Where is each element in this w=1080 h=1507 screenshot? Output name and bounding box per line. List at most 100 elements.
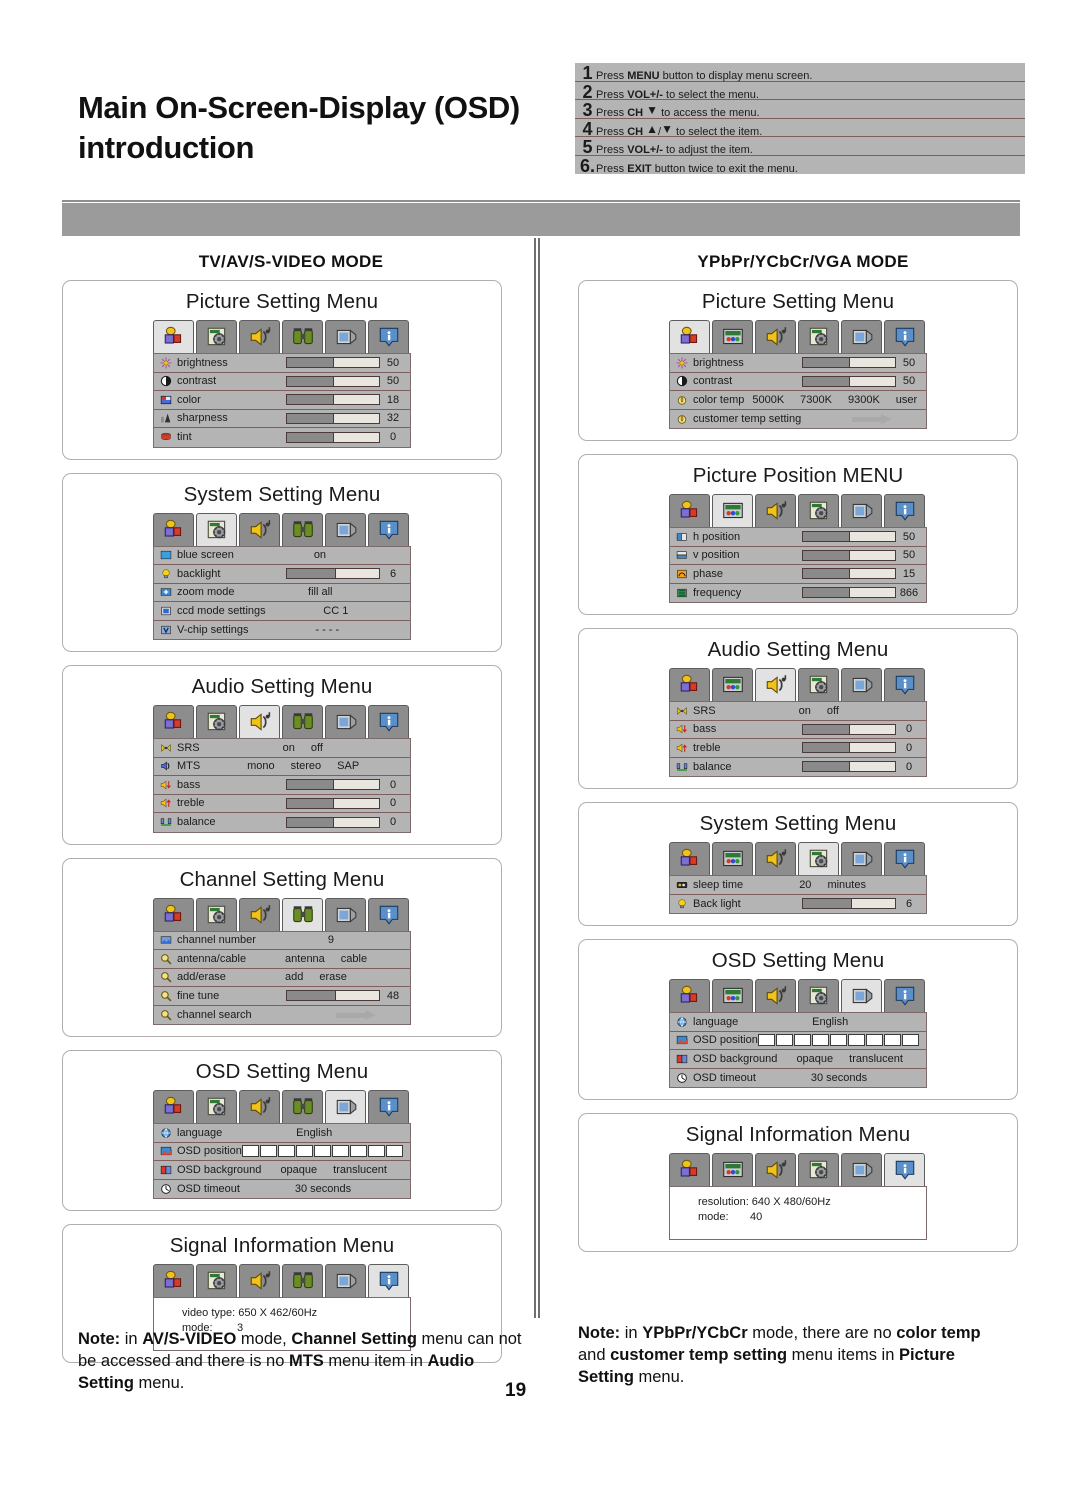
osd-tab-osd-monitor[interactable] xyxy=(325,512,366,546)
osd-position-chip[interactable] xyxy=(313,1145,331,1158)
osd-menu-row[interactable]: brightness 50 xyxy=(670,354,926,373)
osd-position-chip[interactable] xyxy=(349,1145,367,1158)
osd-row-option[interactable]: antenna xyxy=(285,953,325,965)
osd-row-option[interactable]: 30 seconds xyxy=(295,1183,351,1195)
osd-slider[interactable] xyxy=(802,587,896,599)
osd-tab-info[interactable] xyxy=(884,842,925,875)
osd-tab-picture-position[interactable] xyxy=(712,979,753,1012)
osd-slider[interactable] xyxy=(286,816,380,828)
osd-row-option[interactable]: translucent xyxy=(333,1164,387,1176)
osd-position-chip[interactable] xyxy=(277,1145,295,1158)
osd-row-option[interactable]: erase xyxy=(319,971,347,983)
osd-tab-info[interactable] xyxy=(884,320,925,353)
osd-position-chip[interactable] xyxy=(775,1034,793,1047)
osd-menu-row[interactable]: frequency 866 xyxy=(670,583,926,602)
osd-menu-row[interactable]: OSD position xyxy=(154,1142,410,1161)
osd-tab-osd-monitor[interactable] xyxy=(841,494,882,527)
osd-slider[interactable] xyxy=(286,568,380,580)
osd-menu-row[interactable]: OSD position xyxy=(670,1031,926,1050)
osd-tab-channel-binoculars[interactable] xyxy=(282,1264,323,1297)
osd-tab-audio-speaker[interactable] xyxy=(239,897,280,931)
osd-tab-picture-position[interactable] xyxy=(712,320,753,353)
osd-menu-row[interactable]: brightness 50 xyxy=(154,354,410,373)
osd-position-chip[interactable] xyxy=(883,1034,901,1047)
osd-tab-picture-blocks[interactable] xyxy=(153,705,194,738)
osd-menu-row[interactable]: Back light 6 xyxy=(670,894,926,913)
osd-tab-picture-position[interactable] xyxy=(712,494,753,527)
osd-menu-row[interactable]: channel number 9 xyxy=(154,931,410,950)
osd-row-option[interactable]: opaque xyxy=(796,1053,833,1065)
osd-menu-row[interactable]: SRS on off xyxy=(670,702,926,721)
osd-slider[interactable] xyxy=(286,990,380,1002)
osd-tab-picture-blocks[interactable] xyxy=(669,842,710,875)
osd-menu-row[interactable]: ccd mode settings CC 1 xyxy=(154,602,410,621)
osd-row-option[interactable]: off xyxy=(311,742,323,754)
osd-tab-osd-monitor[interactable] xyxy=(841,842,882,875)
osd-position-chip[interactable] xyxy=(865,1034,883,1047)
osd-tab-picture-blocks[interactable] xyxy=(153,1090,194,1123)
osd-slider[interactable] xyxy=(286,412,380,424)
osd-tab-osd-monitor[interactable] xyxy=(841,1153,882,1186)
osd-tab-picture-blocks[interactable] xyxy=(669,320,710,353)
osd-slider[interactable] xyxy=(286,797,380,809)
osd-slider[interactable] xyxy=(802,357,896,369)
osd-tab-system-gear[interactable] xyxy=(798,320,839,353)
osd-menu-row[interactable]: SRS on off xyxy=(154,739,410,758)
osd-row-option[interactable]: 5000K xyxy=(752,394,784,406)
osd-row-option[interactable]: English xyxy=(812,1016,848,1028)
osd-tab-system-gear[interactable] xyxy=(196,1090,237,1123)
osd-tab-audio-speaker[interactable] xyxy=(755,668,796,701)
osd-tab-system-gear[interactable] xyxy=(798,979,839,1012)
osd-tab-info[interactable] xyxy=(884,668,925,701)
osd-tab-osd-monitor[interactable] xyxy=(325,1090,366,1123)
osd-menu-row[interactable]: treble 0 xyxy=(154,794,410,813)
osd-position-chip[interactable] xyxy=(811,1034,829,1047)
osd-slider[interactable] xyxy=(802,898,896,910)
osd-position-chip[interactable] xyxy=(367,1145,385,1158)
osd-tab-system-gear[interactable] xyxy=(196,705,237,738)
osd-row-option[interactable]: stereo xyxy=(291,760,322,772)
osd-menu-row[interactable]: bass 0 xyxy=(154,776,410,795)
osd-tab-picture-position[interactable] xyxy=(712,668,753,701)
osd-row-option[interactable]: opaque xyxy=(280,1164,317,1176)
osd-tab-osd-monitor[interactable] xyxy=(325,1264,366,1297)
osd-row-option[interactable]: 9300K xyxy=(848,394,880,406)
osd-menu-row[interactable]: h position 50 xyxy=(670,528,926,547)
osd-row-option[interactable]: minutes xyxy=(827,879,866,891)
osd-tab-osd-monitor[interactable] xyxy=(841,668,882,701)
osd-tab-info[interactable] xyxy=(884,979,925,1012)
osd-tab-system-gear[interactable] xyxy=(798,842,839,875)
osd-menu-row[interactable]: antenna/cable antenna cable xyxy=(154,950,410,969)
osd-tab-osd-monitor[interactable] xyxy=(841,320,882,353)
osd-tab-info[interactable] xyxy=(368,512,409,546)
osd-tab-info[interactable] xyxy=(368,320,409,353)
osd-tab-osd-monitor[interactable] xyxy=(325,320,366,353)
osd-tab-picture-blocks[interactable] xyxy=(669,494,710,527)
osd-row-option[interactable]: on xyxy=(283,742,295,754)
osd-row-option[interactable]: English xyxy=(296,1127,332,1139)
enter-arrow-icon[interactable] xyxy=(336,1009,380,1020)
osd-slider[interactable] xyxy=(802,742,896,754)
osd-row-option[interactable]: 30 seconds xyxy=(811,1072,867,1084)
osd-menu-row[interactable]: contrast 50 xyxy=(670,372,926,391)
osd-tab-channel-binoculars[interactable] xyxy=(282,897,323,931)
osd-tab-audio-speaker[interactable] xyxy=(755,320,796,353)
osd-row-option[interactable]: 20 xyxy=(799,879,811,891)
osd-slider[interactable] xyxy=(802,723,896,735)
osd-menu-row[interactable]: backlight 6 xyxy=(154,565,410,584)
osd-row-option[interactable]: mono xyxy=(247,760,275,772)
osd-row-option[interactable]: cable xyxy=(341,953,367,965)
osd-tab-audio-speaker[interactable] xyxy=(239,1090,280,1123)
osd-position-chips[interactable] xyxy=(241,1145,403,1158)
osd-tab-picture-blocks[interactable] xyxy=(669,979,710,1012)
osd-row-option[interactable]: - - - - xyxy=(315,624,339,636)
osd-menu-row[interactable]: OSD background opaque translucent xyxy=(670,1050,926,1069)
osd-slider[interactable] xyxy=(802,531,896,543)
osd-tab-picture-blocks[interactable] xyxy=(153,320,194,353)
osd-tab-info[interactable] xyxy=(884,494,925,527)
osd-tab-audio-speaker[interactable] xyxy=(239,320,280,353)
osd-row-option[interactable]: user xyxy=(896,394,917,406)
osd-menu-row[interactable]: channel search xyxy=(154,1005,410,1024)
osd-tab-audio-speaker[interactable] xyxy=(755,842,796,875)
osd-row-option[interactable]: CC 1 xyxy=(323,605,348,617)
